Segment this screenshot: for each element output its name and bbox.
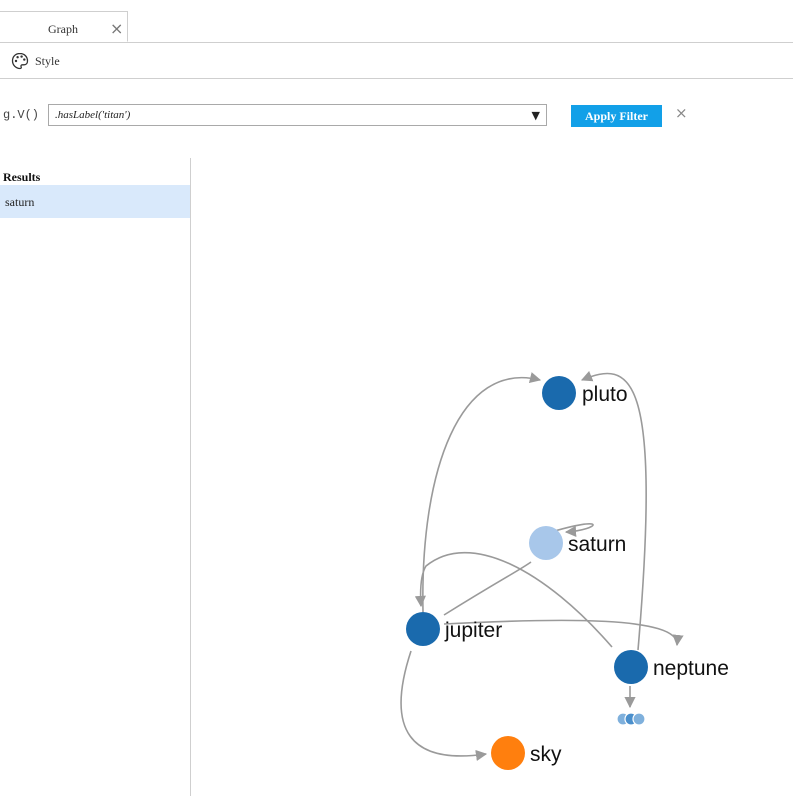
node-label: jupiter xyxy=(444,619,502,642)
graph-edge xyxy=(443,561,532,616)
graph-edge xyxy=(422,372,542,613)
node-circle[interactable] xyxy=(529,526,563,560)
graph-node-sky[interactable]: sky xyxy=(491,736,562,770)
graph-edge xyxy=(400,650,488,761)
graph-node-pluto[interactable]: pluto xyxy=(542,376,628,410)
node-label: neptune xyxy=(653,657,729,680)
node-circle[interactable] xyxy=(491,736,525,770)
graph-node-jupiter[interactable]: jupiter xyxy=(406,612,502,646)
collapsed-nodes-cluster[interactable] xyxy=(616,712,646,726)
node-circle[interactable] xyxy=(542,376,576,410)
node-label: sky xyxy=(530,743,562,766)
node-label: pluto xyxy=(582,383,628,406)
node-label: saturn xyxy=(568,533,626,556)
graph-node-neptune[interactable]: neptune xyxy=(614,650,729,684)
graph-canvas[interactable]: pluto saturn jupiter neptune sky xyxy=(0,0,793,796)
node-circle[interactable] xyxy=(406,612,440,646)
node-circle[interactable] xyxy=(614,650,648,684)
graph-edge xyxy=(580,370,647,651)
